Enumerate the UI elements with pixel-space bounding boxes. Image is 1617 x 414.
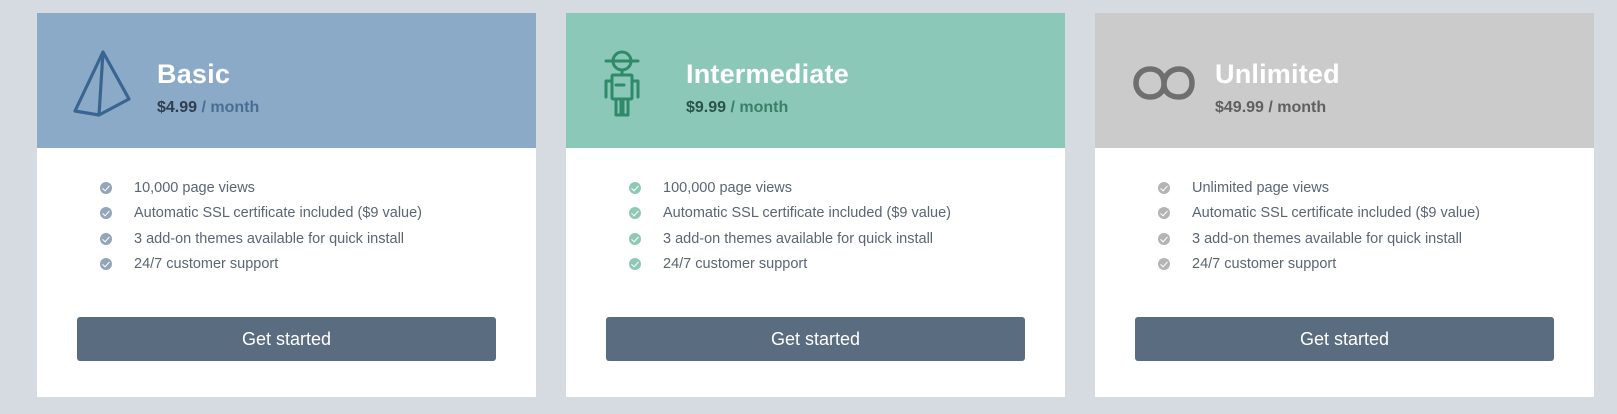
plan-body: 10,000 page views Automatic SSL certific… xyxy=(37,148,536,397)
list-item: 24/7 customer support xyxy=(629,252,1065,278)
plan-name: Unlimited xyxy=(1215,59,1340,89)
check-icon xyxy=(100,207,112,220)
get-started-button[interactable]: Get started xyxy=(606,317,1025,361)
check-icon xyxy=(100,181,112,194)
price-amount: $9.99 xyxy=(686,99,727,116)
feature-text: 3 add-on themes available for quick inst… xyxy=(134,230,405,247)
feature-list: Unlimited page views Automatic SSL certi… xyxy=(1095,148,1594,277)
list-item: 24/7 customer support xyxy=(1158,252,1594,278)
plan-card-basic: Basic $4.99 / month 10,000 page views Au… xyxy=(37,13,536,397)
feature-text: 24/7 customer support xyxy=(1192,256,1337,273)
check-icon xyxy=(100,258,112,271)
list-item: 24/7 customer support xyxy=(100,252,536,278)
price-period: / month xyxy=(1268,99,1327,116)
feature-text: 3 add-on themes available for quick inst… xyxy=(663,230,934,247)
get-started-button[interactable]: Get started xyxy=(1135,317,1554,361)
check-icon xyxy=(629,258,641,271)
get-started-button[interactable]: Get started xyxy=(77,317,496,361)
check-icon xyxy=(100,232,112,245)
check-icon xyxy=(629,232,641,245)
feature-text: Automatic SSL certificate included ($9 v… xyxy=(1192,205,1480,222)
plan-card-unlimited: Unlimited $49.99 / month Unlimited page … xyxy=(1095,13,1594,397)
plan-name: Basic xyxy=(157,59,231,89)
feature-text: 10,000 page views xyxy=(134,179,255,196)
pricing-plans: Basic $4.99 / month 10,000 page views Au… xyxy=(37,13,1594,397)
feature-text: Unlimited page views xyxy=(1192,179,1330,196)
feature-text: Automatic SSL certificate included ($9 v… xyxy=(134,205,422,222)
plan-header: Intermediate $9.99 / month xyxy=(566,13,1065,148)
list-item: Automatic SSL certificate included ($9 v… xyxy=(100,201,536,227)
list-item: 100,000 page views xyxy=(629,175,1065,201)
price-period: / month xyxy=(201,99,260,116)
list-item: Unlimited page views xyxy=(1158,175,1594,201)
plan-body: Unlimited page views Automatic SSL certi… xyxy=(1095,148,1594,397)
feature-text: 3 add-on themes available for quick inst… xyxy=(1192,230,1463,247)
plan-name: Intermediate xyxy=(686,59,849,89)
price-amount: $4.99 xyxy=(157,99,198,116)
check-icon xyxy=(629,181,641,194)
list-item: Automatic SSL certificate included ($9 v… xyxy=(1158,201,1594,227)
list-item: 3 add-on themes available for quick inst… xyxy=(100,226,536,252)
feature-list: 10,000 page views Automatic SSL certific… xyxy=(37,148,536,277)
list-item: 3 add-on themes available for quick inst… xyxy=(1158,226,1594,252)
feature-text: 24/7 customer support xyxy=(663,256,808,273)
pyramid-icon xyxy=(73,49,139,119)
feature-list: 100,000 page views Automatic SSL certifi… xyxy=(566,148,1065,277)
plan-price: $49.99 / month xyxy=(1215,100,1326,116)
plan-price: $4.99 / month xyxy=(157,100,259,116)
feature-text: 24/7 customer support xyxy=(134,256,279,273)
plan-header: Unlimited $49.99 / month xyxy=(1095,13,1594,148)
list-item: 10,000 page views xyxy=(100,175,536,201)
check-icon xyxy=(1158,181,1170,194)
check-icon xyxy=(1158,207,1170,220)
feature-text: Automatic SSL certificate included ($9 v… xyxy=(663,205,951,222)
price-period: / month xyxy=(730,99,789,116)
list-item: Automatic SSL certificate included ($9 v… xyxy=(629,201,1065,227)
check-icon xyxy=(1158,258,1170,271)
infinity-icon xyxy=(1131,49,1197,119)
price-amount: $49.99 xyxy=(1215,99,1264,116)
plan-card-intermediate: Intermediate $9.99 / month 100,000 page … xyxy=(566,13,1065,397)
check-icon xyxy=(1158,232,1170,245)
list-item: 3 add-on themes available for quick inst… xyxy=(629,226,1065,252)
robot-icon xyxy=(602,49,668,119)
plan-price: $9.99 / month xyxy=(686,100,788,116)
plan-body: 100,000 page views Automatic SSL certifi… xyxy=(566,148,1065,397)
plan-header: Basic $4.99 / month xyxy=(37,13,536,148)
check-icon xyxy=(629,207,641,220)
feature-text: 100,000 page views xyxy=(663,179,792,196)
